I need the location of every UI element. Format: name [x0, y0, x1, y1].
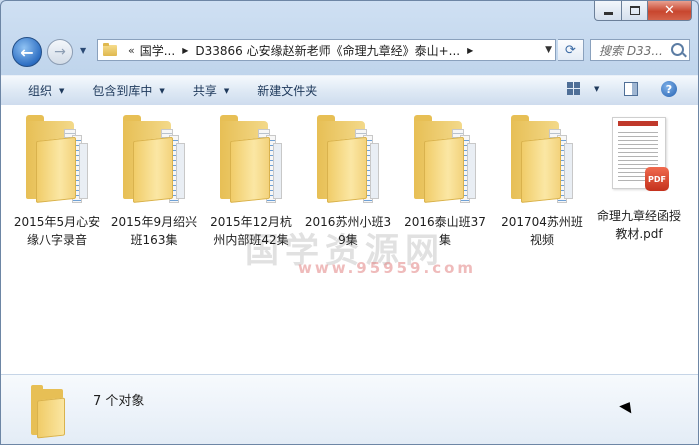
address-overflow[interactable]: «: [123, 44, 140, 57]
address-bar[interactable]: « 国学... ▶ D33866 心安缘赵新老师《命理九章经》泰山+... ▶ …: [97, 39, 556, 61]
folder-item[interactable]: 2015年5月心安缘八字录音: [11, 109, 103, 249]
chevron-down-icon: ▼: [159, 86, 165, 95]
refresh-button[interactable]: ⟳: [558, 39, 584, 61]
details-pane: 7 个对象: [1, 374, 698, 444]
back-arrow-icon: ←: [20, 42, 34, 62]
navigation-bar: ← → ▼ « 国学... ▶ D33866 心安缘赵新老师《命理九章经》泰山+…: [1, 33, 698, 69]
item-name: 2016苏州小班39集: [304, 215, 392, 247]
item-name: 2016泰山班37集: [404, 215, 486, 247]
breadcrumb-segment[interactable]: 国学...: [140, 42, 175, 59]
forward-arrow-icon: →: [54, 44, 66, 60]
explorer-window: ✕ ← → ▼ « 国学... ▶ D33866 心安缘赵新老师《命理九章经》泰…: [0, 0, 699, 445]
share-menu[interactable]: 共享 ▼: [179, 82, 243, 99]
chevron-down-icon: ▼: [59, 86, 65, 95]
folder-item[interactable]: 2016苏州小班39集: [302, 109, 394, 249]
watermark-url: www.95959.com: [298, 259, 477, 277]
change-view-button[interactable]: ▼: [567, 82, 599, 95]
item-name: 201704苏州班视频: [501, 215, 583, 247]
share-label: 共享: [192, 84, 217, 98]
item-count: 7 个对象: [93, 394, 145, 409]
pdf-file-item[interactable]: PDF 命理九章经函授教材.pdf: [593, 109, 685, 243]
mouse-pointer-icon: [619, 398, 636, 414]
pdf-badge-icon: PDF: [645, 167, 669, 191]
forward-button[interactable]: →: [47, 39, 73, 65]
breadcrumb-chevron-icon[interactable]: ▶: [460, 46, 480, 55]
new-folder-label: 新建文件夹: [257, 84, 318, 98]
pdf-file-icon: PDF: [612, 117, 669, 191]
close-icon: ✕: [664, 3, 675, 18]
folder-icon: [24, 115, 90, 205]
folder-icon: [509, 115, 575, 205]
maximize-button[interactable]: [622, 1, 648, 21]
folder-item[interactable]: 201704苏州班视频: [496, 109, 588, 249]
folder-item[interactable]: 2016泰山班37集: [399, 109, 491, 249]
chevron-down-icon: ▼: [223, 86, 230, 95]
minimize-button[interactable]: [594, 1, 622, 21]
folder-icon: [315, 115, 381, 205]
close-button[interactable]: ✕: [648, 1, 692, 21]
search-placeholder: 搜索 D33...: [599, 43, 663, 58]
chevron-down-icon[interactable]: ▼: [594, 85, 599, 93]
item-name: 2015年9月绍兴班163集: [110, 215, 198, 247]
refresh-icon: ⟳: [565, 42, 576, 58]
organize-label: 组织: [28, 84, 53, 98]
new-folder-button[interactable]: 新建文件夹: [243, 82, 331, 99]
minimize-icon: [603, 12, 613, 15]
include-in-library-menu[interactable]: 包含到库中 ▼: [78, 82, 178, 99]
maximize-icon: [629, 6, 640, 15]
command-bar: 组织 ▼ 包含到库中 ▼ 共享 ▼ 新建文件夹 ▼ ?: [1, 75, 698, 106]
search-input[interactable]: 搜索 D33...: [590, 39, 690, 61]
folder-icon: [218, 115, 284, 205]
folder-icon: [31, 385, 71, 439]
organize-menu[interactable]: 组织 ▼: [1, 82, 78, 99]
address-history-dropdown-icon[interactable]: ▼: [545, 45, 552, 55]
folder-item[interactable]: 2015年9月绍兴班163集: [108, 109, 200, 249]
file-list: 国学资源网 www.95959.com 2015年5月心安缘八字录音 2015年…: [1, 105, 698, 374]
caption-buttons: ✕: [594, 1, 692, 21]
folder-item[interactable]: 2015年12月杭州内部班42集: [205, 109, 297, 249]
recent-pages-dropdown[interactable]: ▼: [80, 46, 86, 55]
search-icon[interactable]: [671, 43, 684, 56]
breadcrumb-chevron-icon[interactable]: ▶: [175, 46, 195, 55]
folder-icon: [121, 115, 187, 205]
item-name: 命理九章经函授教材.pdf: [596, 209, 681, 241]
item-name: 2015年12月杭州内部班42集: [210, 215, 292, 247]
breadcrumb-segment[interactable]: D33866 心安缘赵新老师《命理九章经》泰山+...: [195, 42, 460, 59]
help-icon[interactable]: ?: [661, 81, 677, 97]
preview-pane-icon[interactable]: [624, 82, 638, 96]
item-name: 2015年5月心安缘八字录音: [13, 215, 101, 247]
folder-icon: [412, 115, 478, 205]
back-button[interactable]: ←: [12, 37, 42, 67]
include-in-library-label: 包含到库中: [92, 84, 153, 98]
folder-icon: [103, 42, 117, 56]
views-icon: [567, 82, 580, 95]
